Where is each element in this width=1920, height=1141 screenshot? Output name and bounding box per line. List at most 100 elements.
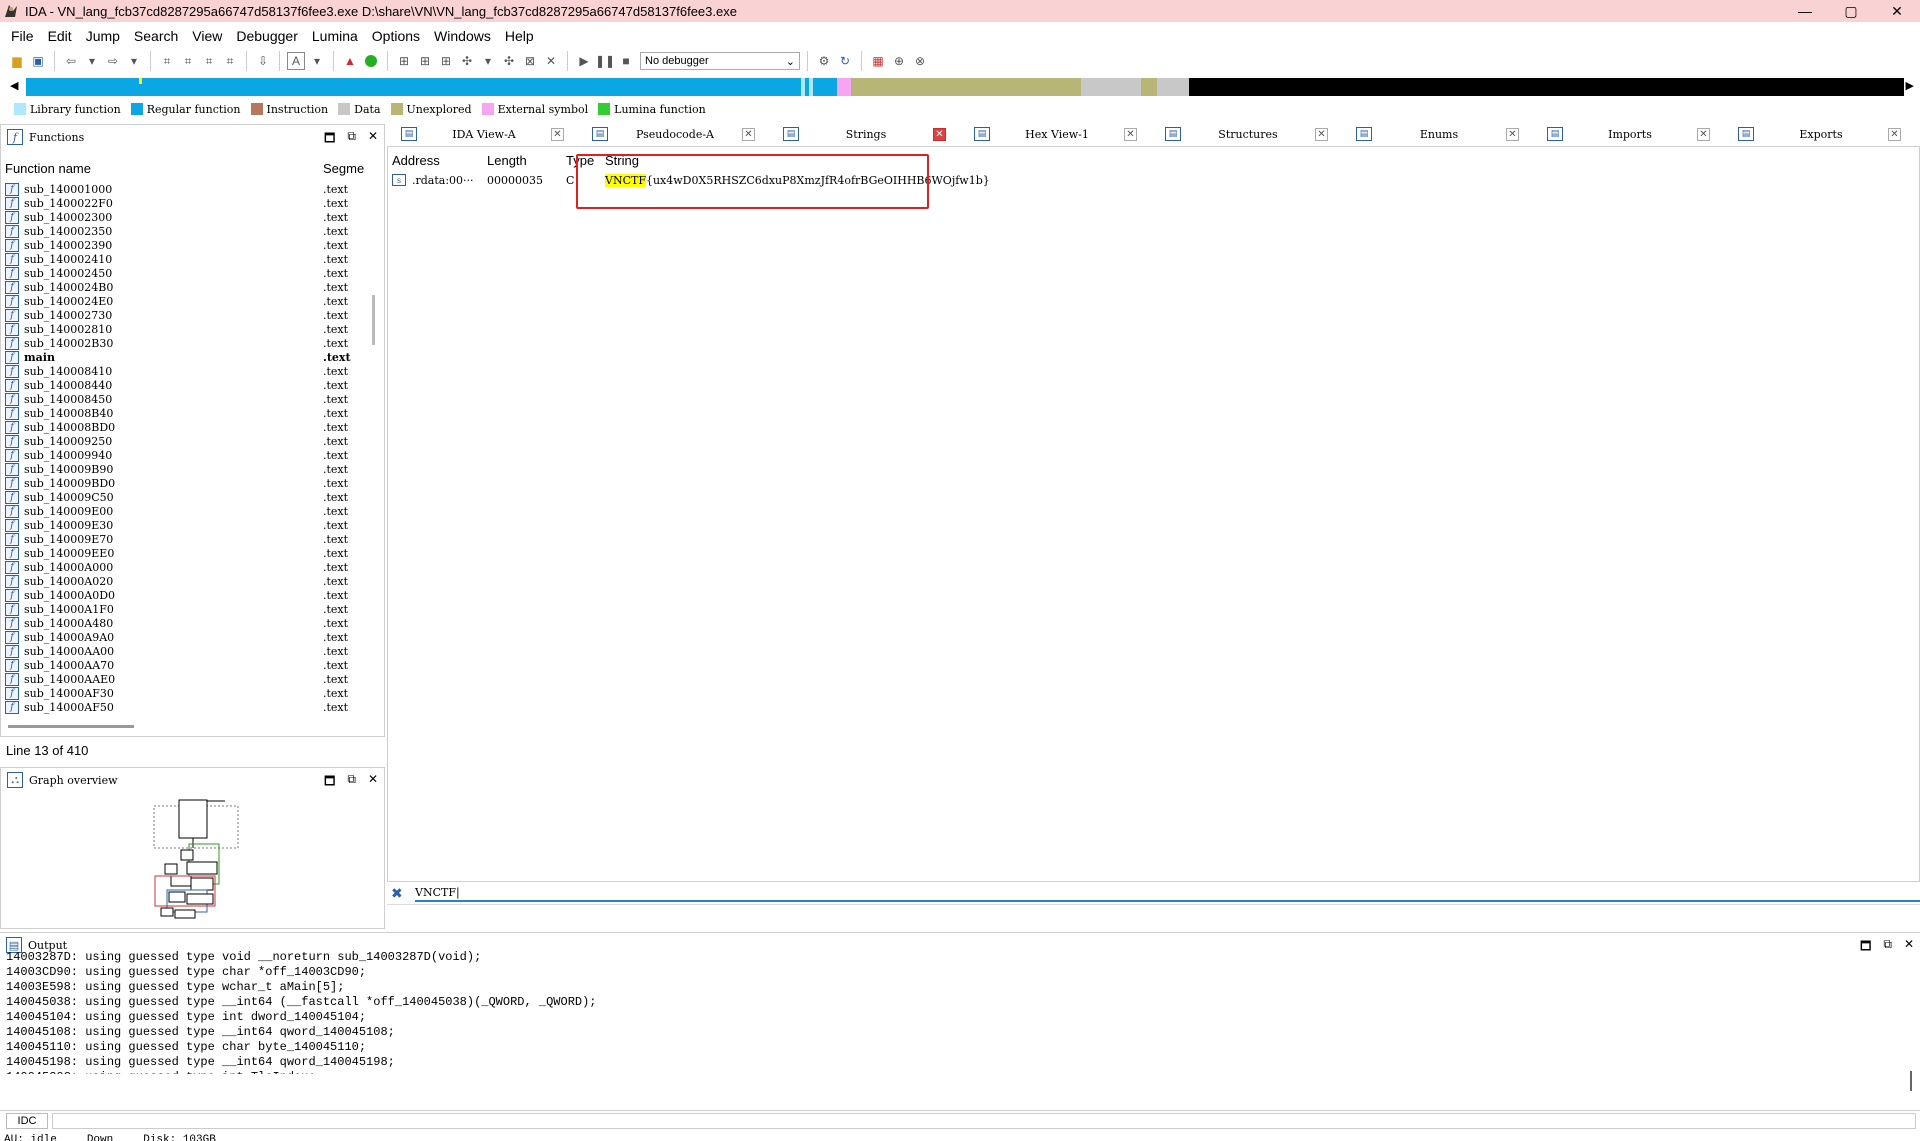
navigation-band-bar[interactable]: [26, 78, 1904, 96]
analysis-warning-icon[interactable]: ▲: [341, 52, 359, 70]
tab-close-icon[interactable]: ✕: [933, 127, 946, 141]
tab-structures[interactable]: ▤ Structures ✕: [1153, 123, 1344, 145]
menu-view[interactable]: View: [185, 24, 229, 48]
breakpoint-list-icon[interactable]: ▦: [869, 52, 887, 70]
function-row[interactable]: f sub_140002730 .text: [5, 308, 365, 322]
make-array-icon[interactable]: ✣: [458, 52, 476, 70]
menu-edit[interactable]: Edit: [41, 24, 79, 48]
immediate-search-icon[interactable]: ⌗: [200, 52, 218, 70]
make-string-icon[interactable]: ⊞: [437, 52, 455, 70]
output-vertical-scrollbar[interactable]: [1910, 1071, 1912, 1091]
strings-filter-input[interactable]: VNCTF |: [415, 884, 1920, 902]
function-row[interactable]: f sub_140002450 .text: [5, 266, 365, 280]
dropdown-icon[interactable]: ▾: [125, 52, 143, 70]
save-icon[interactable]: ▣: [29, 52, 47, 70]
graph-overview-canvas[interactable]: [151, 798, 251, 926]
remove-breakpoint-icon[interactable]: ⊗: [911, 52, 929, 70]
function-row[interactable]: f sub_14000AA00 .text: [5, 644, 365, 658]
output-log[interactable]: 14003287D: using guessed type void __nor…: [6, 950, 1896, 1074]
function-row[interactable]: f sub_140002B30 .text: [5, 336, 365, 350]
menu-lumina[interactable]: Lumina: [305, 24, 365, 48]
function-row[interactable]: f sub_14000AAE0 .text: [5, 672, 365, 686]
column-function-name[interactable]: Function name: [5, 161, 323, 179]
scroll-right-icon[interactable]: ▶: [1906, 79, 1914, 92]
menu-file[interactable]: File: [4, 24, 41, 48]
menu-options[interactable]: Options: [365, 24, 427, 48]
add-breakpoint-icon[interactable]: ⊕: [890, 52, 908, 70]
panel-close-icon[interactable]: ✕: [368, 772, 378, 793]
menu-windows[interactable]: Windows: [427, 24, 498, 48]
function-row[interactable]: f sub_140008BD0 .text: [5, 420, 365, 434]
function-row[interactable]: f sub_14000A0D0 .text: [5, 588, 365, 602]
tab-close-icon[interactable]: ✕: [551, 127, 564, 141]
down-arrow-icon[interactable]: ⇩: [254, 52, 272, 70]
tab-exports[interactable]: ▤ Exports ✕: [1726, 123, 1917, 145]
function-row[interactable]: f sub_14000A000 .text: [5, 560, 365, 574]
strings-view[interactable]: Address Length Type String s .rdata:00··…: [387, 146, 1920, 882]
function-row[interactable]: f sub_140002410 .text: [5, 252, 365, 266]
tab-close-icon[interactable]: ✕: [1697, 127, 1710, 141]
function-row[interactable]: f sub_140002390 .text: [5, 238, 365, 252]
function-row[interactable]: f sub_140002350 .text: [5, 224, 365, 238]
function-row[interactable]: f sub_14000A9A0 .text: [5, 630, 365, 644]
tab-hex-view-1[interactable]: ▤ Hex View-1 ✕: [962, 123, 1153, 145]
panel-close-icon[interactable]: ✕: [1904, 937, 1914, 958]
function-row[interactable]: f main .text: [5, 350, 365, 364]
menu-help[interactable]: Help: [498, 24, 541, 48]
make-data-icon[interactable]: ⊞: [416, 52, 434, 70]
panel-close-icon[interactable]: ✕: [368, 129, 378, 150]
function-row[interactable]: f sub_140002810 .text: [5, 322, 365, 336]
close-button[interactable]: ✕: [1874, 0, 1920, 22]
open-folder-icon[interactable]: ▆: [8, 52, 26, 70]
maximize-button[interactable]: ▢: [1828, 0, 1874, 22]
create-function-icon[interactable]: ⊠: [521, 52, 539, 70]
column-address[interactable]: Address: [392, 153, 487, 168]
dropdown-icon[interactable]: ▾: [479, 52, 497, 70]
function-row[interactable]: f sub_140009BD0 .text: [5, 476, 365, 490]
panel-float-icon[interactable]: ⧉: [347, 129, 356, 150]
tab-close-icon[interactable]: ✕: [1315, 127, 1328, 141]
function-row[interactable]: f sub_140009E70 .text: [5, 532, 365, 546]
minimize-button[interactable]: —: [1782, 0, 1828, 22]
pause-icon[interactable]: ❚❚: [595, 52, 615, 70]
function-row[interactable]: f sub_1400022F0 .text: [5, 196, 365, 210]
menu-search[interactable]: Search: [127, 24, 185, 48]
function-row[interactable]: f sub_140008440 .text: [5, 378, 365, 392]
text-search-icon[interactable]: ⌗: [179, 52, 197, 70]
back-arrow-icon[interactable]: ⇦: [62, 52, 80, 70]
panel-float-icon[interactable]: ⧉: [347, 772, 356, 793]
function-row[interactable]: f sub_140009E00 .text: [5, 504, 365, 518]
forward-arrow-icon[interactable]: ⇨: [104, 52, 122, 70]
column-segment[interactable]: Segme: [323, 161, 364, 179]
function-row[interactable]: f sub_140009B90 .text: [5, 462, 365, 476]
tab-close-icon[interactable]: ✕: [1124, 127, 1137, 141]
run-icon[interactable]: ▶: [575, 52, 593, 70]
dropdown-icon[interactable]: ▾: [308, 52, 326, 70]
functions-list[interactable]: f sub_140001000 .text f sub_1400022F0 .text f s…: [5, 182, 365, 722]
function-row[interactable]: f sub_14000AA70 .text: [5, 658, 365, 672]
scroll-left-icon[interactable]: ◀: [10, 79, 18, 92]
function-row[interactable]: f sub_140002300 .text: [5, 210, 365, 224]
function-row[interactable]: f sub_14000AF50 .text: [5, 700, 365, 714]
menu-jump[interactable]: Jump: [79, 24, 127, 48]
search-next-icon[interactable]: ⌗: [221, 52, 239, 70]
function-row[interactable]: f sub_140008450 .text: [5, 392, 365, 406]
function-row[interactable]: f sub_14000A480 .text: [5, 616, 365, 630]
tab-ida-view-a[interactable]: ▤ IDA View-A ✕: [389, 123, 580, 145]
debugger-select[interactable]: No debugger ⌄: [640, 52, 800, 70]
clear-filter-icon[interactable]: ✖: [391, 885, 407, 902]
function-row[interactable]: f sub_140009250 .text: [5, 434, 365, 448]
tab-close-icon[interactable]: ✕: [1888, 127, 1901, 141]
function-row[interactable]: f sub_14000A1F0 .text: [5, 602, 365, 616]
function-row[interactable]: f sub_140001000 .text: [5, 182, 365, 196]
strings-horizontal-scrollbar[interactable]: [387, 904, 1920, 928]
tab-enums[interactable]: ▤ Enums ✕: [1344, 123, 1535, 145]
delete-icon[interactable]: ✕: [542, 52, 560, 70]
function-row[interactable]: f sub_1400024E0 .text: [5, 294, 365, 308]
tab-strings[interactable]: ▤ Strings ✕: [771, 123, 962, 145]
binary-search-icon[interactable]: ⌗: [158, 52, 176, 70]
idc-command-input[interactable]: [52, 1112, 1916, 1129]
functions-horizontal-scrollbar[interactable]: [8, 725, 134, 728]
functions-vertical-scrollbar[interactable]: [372, 295, 375, 345]
function-row[interactable]: f sub_14000A020 .text: [5, 574, 365, 588]
